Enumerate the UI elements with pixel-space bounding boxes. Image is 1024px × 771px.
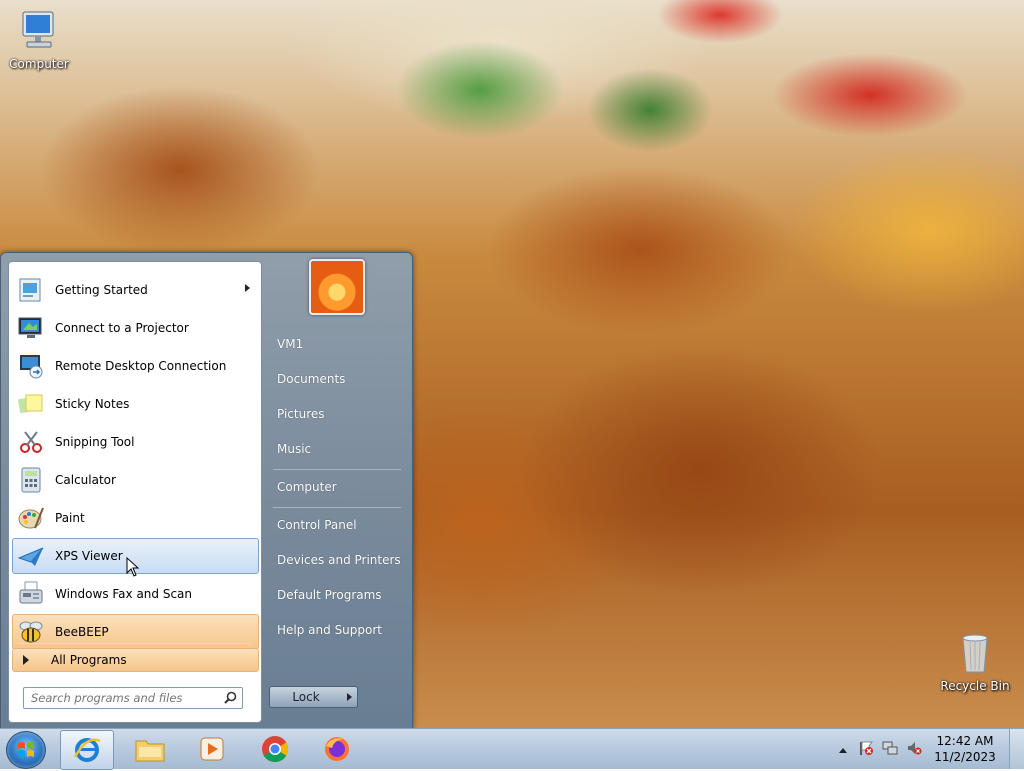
program-remote-desktop[interactable]: Remote Desktop Connection (12, 348, 259, 384)
chrome-icon (262, 736, 289, 763)
place-pictures[interactable]: Pictures (269, 400, 413, 428)
program-snipping-tool[interactable]: Snipping Tool (12, 424, 259, 460)
shutdown-options-button[interactable] (341, 686, 358, 708)
place-documents[interactable]: Documents (269, 365, 413, 393)
desktop-icon-recycle-bin[interactable]: Recycle Bin (940, 630, 1010, 693)
remote-desktop-icon (15, 350, 47, 382)
taskbar: 12:42 AM 11/2/2023 (0, 728, 1024, 770)
clock-time: 12:42 AM (936, 734, 994, 748)
lock-button[interactable]: Lock (269, 686, 343, 708)
system-clock[interactable]: 12:42 AM 11/2/2023 (930, 733, 1000, 765)
desktop-icon-label: Computer (9, 57, 69, 71)
scissors-icon (15, 426, 47, 458)
place-help-support[interactable]: Help and Support (269, 616, 413, 644)
windows-logo-icon (18, 742, 34, 757)
submenu-arrow-icon (245, 284, 250, 292)
user-avatar[interactable] (309, 259, 365, 315)
computer-icon (22, 11, 54, 48)
internet-explorer-icon (73, 738, 101, 762)
divider (273, 507, 401, 508)
search-icon[interactable] (224, 691, 237, 707)
place-user-folder[interactable]: VM1 (269, 330, 413, 358)
start-button[interactable] (6, 731, 46, 769)
file-explorer-icon (135, 740, 165, 762)
fax-icon (15, 578, 47, 610)
taskbar-media-player[interactable] (186, 730, 238, 768)
clock-date: 11/2/2023 (934, 750, 996, 764)
firefox-icon (325, 737, 349, 761)
place-control-panel[interactable]: Control Panel (269, 511, 413, 539)
taskbar-internet-explorer[interactable] (60, 730, 114, 770)
place-music[interactable]: Music (269, 435, 413, 463)
program-connect-projector[interactable]: Connect to a Projector (12, 310, 259, 346)
divider (273, 469, 401, 470)
action-center-flag-icon[interactable] (858, 740, 874, 759)
volume-muted-icon[interactable] (906, 740, 922, 759)
divider (19, 643, 251, 644)
show-desktop-button[interactable] (1009, 729, 1024, 769)
getting-started-icon (15, 274, 47, 306)
desktop-icon-computer[interactable]: Computer (4, 10, 74, 71)
start-menu-places-pane: VM1 Documents Pictures Music Computer Co… (263, 253, 411, 729)
place-default-programs[interactable]: Default Programs (269, 581, 413, 609)
network-icon[interactable] (882, 740, 898, 759)
desktop-icon-label: Recycle Bin (940, 679, 1010, 693)
search-box[interactable] (23, 687, 243, 709)
recycle-bin-icon (962, 634, 988, 673)
calculator-icon (15, 464, 47, 496)
place-devices-printers[interactable]: Devices and Printers (269, 546, 413, 574)
place-computer[interactable]: Computer (269, 473, 413, 501)
taskbar-chrome[interactable] (249, 730, 301, 768)
system-tray: 12:42 AM 11/2/2023 (834, 729, 1024, 769)
projector-icon (15, 312, 47, 344)
paint-palette-icon (15, 502, 47, 534)
start-menu: Getting Started Connect to a Projector R… (0, 252, 413, 730)
program-sticky-notes[interactable]: Sticky Notes (12, 386, 259, 422)
xps-viewer-icon (15, 540, 47, 572)
taskbar-file-explorer[interactable] (124, 730, 176, 768)
all-programs-button[interactable]: All Programs (12, 648, 259, 672)
start-menu-programs-pane: Getting Started Connect to a Projector R… (8, 261, 262, 723)
show-hidden-icons-icon[interactable] (838, 743, 848, 757)
media-player-icon (200, 737, 224, 761)
search-input[interactable] (29, 690, 223, 706)
program-getting-started[interactable]: Getting Started (12, 272, 259, 308)
program-calculator[interactable]: Calculator (12, 462, 259, 498)
taskbar-firefox[interactable] (311, 730, 363, 768)
program-beebeep[interactable]: BeeBEEP (12, 614, 259, 650)
mouse-cursor-icon (126, 557, 140, 577)
program-fax-scan[interactable]: Windows Fax and Scan (12, 576, 259, 612)
program-paint[interactable]: Paint (12, 500, 259, 536)
triangle-right-icon (23, 655, 29, 665)
sticky-notes-icon (15, 388, 47, 420)
